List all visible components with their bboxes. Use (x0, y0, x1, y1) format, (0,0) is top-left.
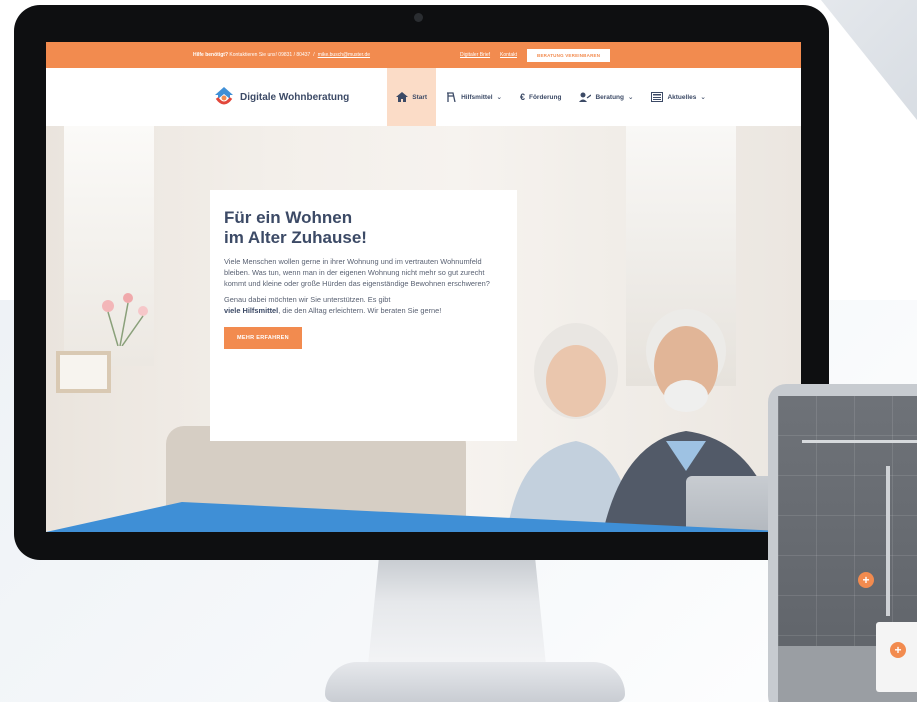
logo[interactable]: Digitale Wohnberatung (214, 86, 349, 108)
hero-section: Für ein Wohnen im Alter Zuhause! Viele M… (46, 126, 801, 532)
walker-icon (447, 92, 456, 102)
shower-rail (802, 440, 917, 443)
tablet-screen: + + (778, 396, 917, 702)
nav-item-start[interactable]: Start (387, 68, 437, 126)
nav-label: Beratung (595, 93, 624, 101)
nav-item-beratung[interactable]: Beratung ⌄ (570, 68, 642, 126)
hero-card: Für ein Wohnen im Alter Zuhause! Viele M… (210, 190, 517, 441)
flowers-image (102, 293, 148, 346)
contact-link[interactable]: Kontakt (500, 52, 517, 58)
chevron-down-icon: ⌄ (700, 94, 706, 101)
home-icon (396, 92, 409, 102)
top-links: Digitaler Brief Kontakt BERATUNG VEREINB… (460, 48, 611, 62)
nav-item-aktuelles[interactable]: Aktuelles ⌄ (642, 68, 714, 126)
nav-label: Förderung (528, 93, 562, 101)
chevron-down-icon: ⌄ (496, 94, 502, 101)
help-text: Hilfe benötigt? Kontaktieren Sie uns! 09… (193, 52, 310, 58)
logo-text: Digitale Wohnberatung (240, 91, 350, 103)
shower-pole (886, 466, 890, 616)
hotspot-plus-icon[interactable]: + (890, 642, 906, 658)
main-navigation: Digitale Wohnberatung Start Hilfsmittel … (46, 68, 801, 126)
learn-more-button[interactable]: MEHR ERFAHREN (224, 327, 302, 349)
digital-letter-link[interactable]: Digitaler Brief (460, 52, 490, 58)
nav-item-foerderung[interactable]: € Förderung (511, 68, 571, 126)
hotspot-plus-icon[interactable]: + (858, 572, 874, 588)
hero-title: Für ein Wohnen im Alter Zuhause! (224, 208, 424, 248)
tablet: + + (768, 384, 917, 702)
hero-paragraph-2: Genau dabei möchten wir Sie unterstützen… (224, 294, 503, 316)
top-contact-bar: Hilfe benötigt? Kontaktieren Sie uns! 09… (46, 42, 801, 68)
paragraph-text: , die den Alltag erleichtern. Wir berate… (278, 306, 442, 315)
paragraph-bold: viele Hilfsmittel (224, 306, 279, 315)
hero-title-line1: Für ein Wohnen (224, 208, 353, 227)
camera-dot (414, 13, 423, 22)
paragraph-text: Genau dabei möchten wir Sie unterstützen… (224, 295, 391, 304)
monitor-base (325, 662, 625, 702)
chevron-down-icon: ⌄ (628, 94, 634, 101)
email-link[interactable]: mike.busch@muster.de (318, 52, 370, 58)
picture-frame (56, 351, 111, 393)
nav-label: Hilfsmittel (461, 93, 493, 101)
euro-icon: € (519, 92, 525, 102)
help-bold: Hilfe benötigt? (193, 52, 228, 58)
separator: / (313, 52, 315, 58)
hero-paragraph-1: Viele Menschen wollen gerne in ihrer Woh… (224, 257, 490, 288)
monitor: Hilfe benötigt? Kontaktieren Sie uns! 09… (14, 5, 829, 560)
website-screen: Hilfe benötigt? Kontaktieren Sie uns! 09… (46, 42, 801, 532)
user-icon (579, 92, 592, 102)
monitor-stand (368, 560, 546, 665)
nav-item-hilfsmittel[interactable]: Hilfsmittel ⌄ (436, 68, 511, 126)
house-logo-icon (215, 87, 233, 105)
newspaper-icon (651, 92, 664, 102)
nav-label: Aktuelles (667, 93, 697, 101)
hero-title-line2: im Alter Zuhause! (224, 228, 367, 247)
book-consultation-button[interactable]: BERATUNG VEREINBAREN (527, 48, 611, 62)
nav-label: Start (412, 93, 428, 101)
help-phone: Kontaktieren Sie uns! 09831 / 80437 (229, 52, 311, 58)
